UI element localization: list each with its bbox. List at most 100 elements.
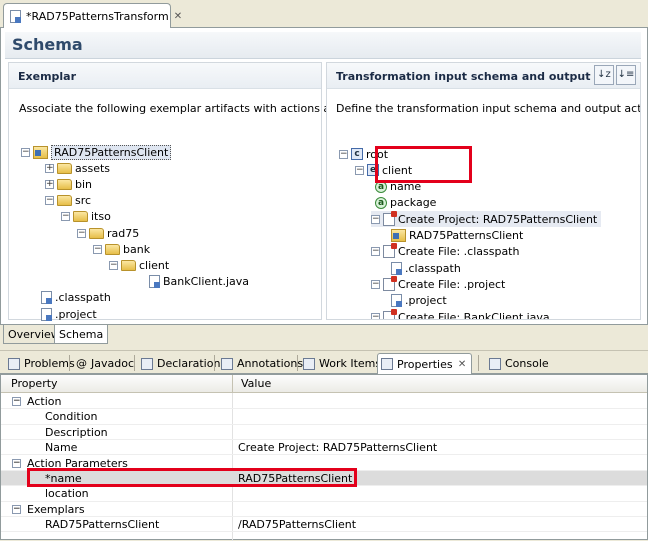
tab-annotations-label: Annotations <box>237 357 304 370</box>
at-icon: @ <box>76 357 87 370</box>
file-icon <box>41 307 52 321</box>
collapse-icon[interactable]: − <box>77 228 86 238</box>
file-icon <box>391 261 402 275</box>
tab-console-label: Console <box>505 357 549 370</box>
property-row[interactable]: Name Create Project: RAD75PatternsClient <box>1 440 647 456</box>
file-icon <box>149 275 160 289</box>
tree-item[interactable]: − client <box>109 257 169 273</box>
tree-item[interactable]: .project <box>391 293 447 309</box>
property-row[interactable]: − Action <box>1 394 647 410</box>
close-icon[interactable]: ✕ <box>174 11 182 22</box>
collapse-icon[interactable]: − <box>109 260 118 270</box>
close-icon[interactable]: ✕ <box>457 359 468 370</box>
tree-item[interactable]: + bin <box>45 176 92 192</box>
tree-item-label: package <box>390 196 437 210</box>
collapse-icon[interactable]: − <box>61 212 70 222</box>
folder-icon <box>57 178 72 190</box>
exemplar-section-header: Exemplar <box>9 63 321 89</box>
transformation-section: Transformation input schema and output ↓… <box>326 62 641 320</box>
property-key: Description <box>45 425 108 439</box>
tree-item[interactable]: .classpath <box>391 260 461 276</box>
tree-item[interactable]: RAD75PatternsClient <box>391 228 523 244</box>
folder-icon <box>105 243 120 255</box>
property-value[interactable]: Create Project: RAD75PatternsClient <box>238 441 437 454</box>
editor-tab[interactable]: *RAD75PatternsTransform ✕ <box>3 3 182 28</box>
collapse-icon[interactable]: − <box>12 504 21 514</box>
editor-body: Schema Exemplar Associate the following … <box>0 28 648 324</box>
tree-item-label: client <box>139 258 170 272</box>
form-title: Schema <box>12 35 83 54</box>
tree-item-label: itso <box>91 210 111 224</box>
collapse-icon[interactable]: − <box>371 312 380 319</box>
tree-item-label: .classpath <box>55 291 111 305</box>
property-row[interactable]: Description <box>1 425 647 441</box>
collapse-icon[interactable]: − <box>45 196 54 206</box>
property-value[interactable]: /RAD75PatternsClient <box>238 518 356 531</box>
transformation-section-title: Transformation input schema and output <box>336 70 591 83</box>
collapse-icon[interactable]: − <box>12 458 21 468</box>
tab-work-items[interactable]: Work Items <box>300 353 384 374</box>
exemplar-section: Exemplar Associate the following exempla… <box>8 62 382 322</box>
tree-item[interactable]: .project <box>29 306 97 322</box>
e-icon: c <box>351 148 363 160</box>
tab-annotations[interactable]: Annotations <box>218 353 306 374</box>
editor-tab-title: *RAD75PatternsTransform <box>26 9 169 23</box>
property-key: location <box>45 487 89 501</box>
collapse-icon[interactable]: − <box>12 397 21 406</box>
property-row[interactable]: Condition <box>1 409 647 425</box>
tree-item[interactable]: − rad75 <box>77 225 139 241</box>
tree-item[interactable]: − bank <box>93 241 150 257</box>
annotation-box-attributes <box>375 146 472 183</box>
console-icon <box>489 357 501 370</box>
expand-icon[interactable]: + <box>45 179 54 189</box>
collapse-icon[interactable]: − <box>355 165 364 175</box>
work-items-icon <box>303 357 315 370</box>
tree-item[interactable]: .classpath <box>29 290 111 306</box>
tab-schema[interactable]: Schema <box>54 325 109 344</box>
editor-page-tabs: Overview Schema <box>0 324 648 344</box>
property-key: RAD75PatternsClient <box>45 518 160 532</box>
tree-item-label: .project <box>405 294 447 308</box>
tree-item[interactable]: − Create File: BankClient.java <box>371 308 550 319</box>
tab-declaration[interactable]: Declaration <box>138 353 223 374</box>
tree-item-label: .project <box>55 307 97 321</box>
project-icon <box>391 229 406 242</box>
tab-console[interactable]: Console <box>486 353 552 374</box>
tab-work-items-label: Work Items <box>319 357 382 370</box>
collapse-icon[interactable]: − <box>371 247 380 257</box>
property-row[interactable]: location <box>1 486 647 502</box>
tree-item[interactable]: + assets <box>45 160 110 176</box>
collapse-icon[interactable]: − <box>371 214 380 224</box>
sort-button[interactable]: ↓z <box>594 65 614 85</box>
tree-item[interactable]: − itso <box>61 209 111 225</box>
collapse-icon[interactable]: − <box>339 149 348 159</box>
tab-properties[interactable]: Properties ✕ <box>377 353 472 374</box>
collapse-icon[interactable]: − <box>93 244 102 254</box>
tree-item[interactable]: BankClient.java <box>137 274 249 290</box>
property-row[interactable]: RAD75PatternsClient/RAD75PatternsClient <box>1 517 647 533</box>
column-header-property[interactable]: Property <box>1 375 233 393</box>
tab-javadoc[interactable]: @ Javadoc <box>73 353 137 374</box>
tree-item[interactable]: − src <box>45 193 91 209</box>
folder-icon <box>57 162 72 174</box>
form-header: Schema <box>5 32 641 59</box>
view-tab-strip: Problems @ Javadoc Declaration Annotatio… <box>0 350 648 374</box>
tree-item[interactable]: − Create Project: RAD75PatternsClient <box>371 210 602 228</box>
tab-problems[interactable]: Problems <box>5 353 78 374</box>
collapse-icon[interactable]: − <box>21 147 30 157</box>
filter-button[interactable]: ↓≡ <box>616 65 636 85</box>
tab-properties-label: Properties <box>397 357 453 371</box>
annotation-box-name-param <box>27 468 357 487</box>
tab-declaration-label: Declaration <box>157 357 221 370</box>
tree-item[interactable]: − Create File: .classpath <box>371 243 519 260</box>
tree-item-label: src <box>75 194 92 208</box>
property-row[interactable]: − Exemplars <box>1 502 647 518</box>
tree-item[interactable]: − RAD75PatternsClient <box>21 144 172 160</box>
collapse-icon[interactable]: − <box>371 279 380 289</box>
tree-item[interactable]: − Create File: .project <box>371 275 505 292</box>
expand-icon[interactable]: + <box>45 163 54 173</box>
tab-javadoc-label: Javadoc <box>91 357 134 370</box>
tree-item[interactable]: a package <box>375 195 436 211</box>
column-header-value[interactable]: Value <box>233 375 647 393</box>
property-key: Action <box>27 395 62 408</box>
